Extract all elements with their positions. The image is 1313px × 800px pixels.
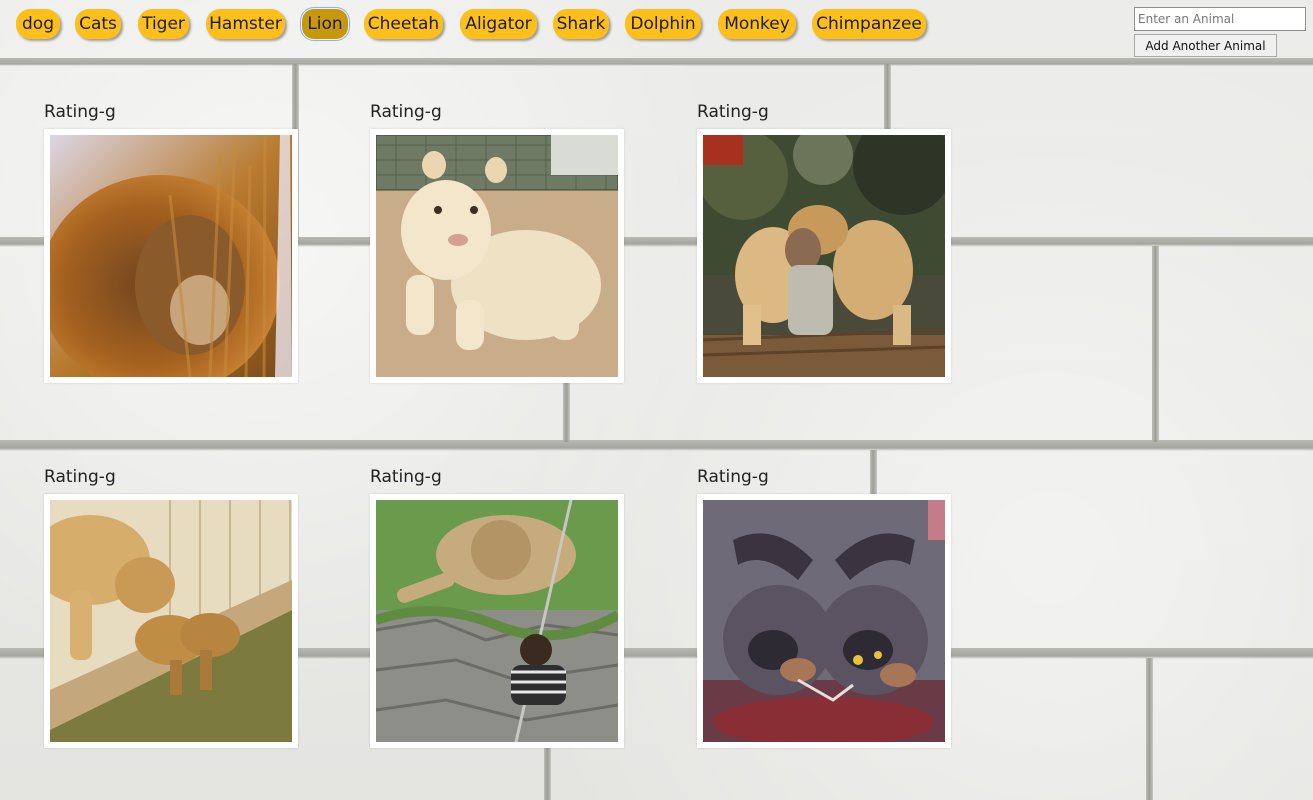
gif-rating: Rating-g — [370, 102, 442, 122]
gif-frame — [370, 494, 624, 748]
animal-button-shark[interactable]: Shark — [553, 9, 609, 39]
animal-button-cats[interactable]: Cats — [75, 9, 121, 39]
gif-rating: Rating-g — [697, 467, 769, 487]
gif-rating: Rating-g — [697, 102, 769, 122]
page: { "animal_buttons": [ {"label": "dog"}, … — [0, 0, 1313, 800]
animal-button-aligator[interactable]: Aligator — [460, 9, 537, 39]
gif-image[interactable] — [50, 135, 292, 377]
animal-button-tiger[interactable]: Tiger — [138, 9, 189, 39]
animal-button-lion[interactable]: Lion — [300, 7, 350, 41]
gif-rating: Rating-g — [44, 467, 116, 487]
animal-button-monkey[interactable]: Monkey — [718, 9, 796, 39]
gif-image[interactable] — [50, 500, 292, 742]
wall-joint — [1152, 246, 1159, 442]
gif-rating: Rating-g — [44, 102, 116, 122]
gif-frame — [697, 129, 951, 383]
gif-image[interactable] — [703, 500, 945, 742]
gif-image[interactable] — [376, 135, 618, 377]
gif-image[interactable] — [703, 135, 945, 377]
animal-input[interactable] — [1134, 7, 1306, 31]
gif-image[interactable] — [376, 500, 618, 742]
gif-frame — [44, 494, 298, 748]
animal-button-dolphin[interactable]: Dolphin — [625, 9, 701, 39]
animal-button-cheetah[interactable]: Cheetah — [364, 9, 443, 39]
gif-frame — [697, 494, 951, 748]
gif-frame — [370, 129, 624, 383]
wall-joint — [1146, 658, 1153, 800]
gif-rating: Rating-g — [370, 467, 442, 487]
animal-button-dog[interactable]: dog — [16, 9, 60, 39]
animal-button-hamster[interactable]: Hamster — [206, 9, 285, 39]
add-animal-button[interactable]: Add Another Animal — [1134, 34, 1277, 57]
gif-frame — [44, 129, 298, 383]
animal-button-chimpanzee[interactable]: Chimpanzee — [812, 9, 926, 39]
